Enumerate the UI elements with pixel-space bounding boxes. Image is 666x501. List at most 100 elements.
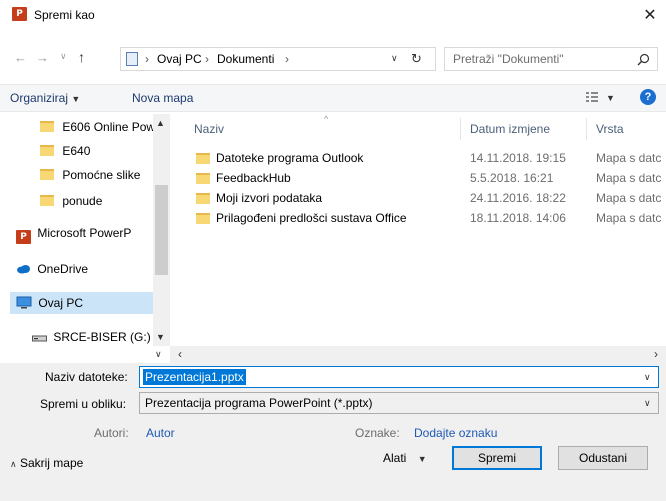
- sidebar-item-e640[interactable]: E640: [10, 140, 160, 162]
- organize-button[interactable]: Organiziraj ▼: [10, 91, 80, 105]
- file-list-horizontal-scrollbar[interactable]: ‹ ›: [170, 346, 666, 363]
- sidebar-item-label: E606 Online Pow: [62, 120, 156, 134]
- folder-icon: [196, 173, 210, 184]
- onedrive-icon: [17, 265, 30, 274]
- sidebar-item-onedrive[interactable]: OneDrive: [10, 258, 160, 280]
- new-folder-button[interactable]: Nova mapa: [132, 91, 193, 105]
- column-divider: [460, 118, 461, 140]
- drive-icon: [32, 335, 47, 342]
- filetype-select[interactable]: Prezentacija programa PowerPoint (*.pptx…: [139, 392, 659, 414]
- up-arrow-icon[interactable]: ↑: [78, 49, 85, 65]
- chevron-down-icon: ▼: [417, 454, 427, 464]
- help-icon[interactable]: ?: [640, 89, 656, 105]
- forward-arrow-icon[interactable]: →: [36, 50, 49, 65]
- scroll-up-icon[interactable]: ▲: [156, 118, 165, 128]
- dialog-footer: ∧ Sakrij mape Alati ▼ Spremi Odustani: [0, 440, 666, 501]
- chevron-up-icon: ∧: [10, 459, 17, 469]
- filename-field[interactable]: Prezentacija1.pptx ∨: [139, 366, 659, 388]
- scroll-down-icon[interactable]: ▼: [156, 332, 165, 342]
- column-divider: [586, 118, 587, 140]
- sidebar-item-label: Pomoćne slike: [62, 168, 141, 182]
- close-icon[interactable]: ✕: [640, 5, 660, 25]
- hide-folders-label: Sakrij mape: [19, 456, 84, 470]
- sidebar-item-ovaj-pc[interactable]: Ovaj PC: [10, 292, 160, 314]
- recent-chevron-icon[interactable]: ∨: [60, 51, 67, 62]
- command-toolbar: Organiziraj ▼ Nova mapa ▼: [0, 84, 666, 112]
- scroll-right-icon[interactable]: ›: [654, 347, 658, 361]
- address-bar[interactable]: › Ovaj PC › Dokumenti › ∨ ↻: [120, 47, 436, 71]
- file-type: Mapa s datc: [596, 191, 662, 205]
- filename-dropdown-icon[interactable]: ∨: [644, 372, 651, 383]
- scroll-left-icon[interactable]: ‹: [178, 347, 182, 361]
- sidebar-item-srce-biser[interactable]: SRCE-BISER (G:): [10, 326, 160, 346]
- search-input[interactable]: Pretraži "Dokumenti": [444, 47, 658, 71]
- powerpoint-icon: P: [12, 7, 27, 21]
- breadcrumb-item-dokumenti[interactable]: Dokumenti: [217, 52, 274, 66]
- folder-icon: [40, 169, 54, 180]
- file-type: Mapa s datc: [596, 211, 662, 225]
- view-options-icon[interactable]: [585, 90, 599, 104]
- table-row[interactable]: FeedbackHub 5.5.2018. 16:21 Mapa s datc: [176, 168, 666, 188]
- nav-pane-expand-icon[interactable]: ∨: [155, 349, 162, 360]
- column-header-type[interactable]: Vrsta: [596, 122, 624, 136]
- folder-icon: [40, 121, 54, 132]
- file-type: Mapa s datc: [596, 151, 662, 165]
- table-row[interactable]: Datoteke programa Outlook 14.11.2018. 19…: [176, 148, 666, 168]
- back-arrow-icon[interactable]: ←: [14, 50, 27, 65]
- cancel-button[interactable]: Odustani: [558, 446, 648, 470]
- breadcrumb-item-ovaj-pc[interactable]: Ovaj PC: [157, 52, 202, 66]
- file-date: 14.11.2018. 19:15: [470, 151, 566, 165]
- sort-indicator-icon: ^: [324, 114, 329, 124]
- sidebar-item-microsoft-powerpoint[interactable]: P Microsoft PowerP: [10, 222, 160, 244]
- table-row[interactable]: Prilagođeni predlošci sustava Office 18.…: [176, 208, 666, 228]
- breadcrumb-separator: ›: [285, 52, 289, 66]
- table-row[interactable]: Moji izvori podataka 24.11.2016. 18:22 M…: [176, 188, 666, 208]
- column-header-date[interactable]: Datum izmjene: [470, 122, 550, 136]
- file-date: 18.11.2018. 14:06: [470, 211, 566, 225]
- column-header-name[interactable]: Naziv: [194, 122, 224, 136]
- sidebar-item-label: E640: [62, 144, 91, 158]
- search-placeholder: Pretraži "Dokumenti": [453, 52, 564, 66]
- breadcrumb-separator: ›: [145, 52, 149, 66]
- folder-icon: [40, 145, 54, 156]
- tools-button[interactable]: Alati ▼: [383, 451, 427, 465]
- sidebar-item-e606[interactable]: E606 Online Pow: [10, 116, 160, 138]
- authors-label: Autori:: [94, 426, 129, 440]
- filetype-label: Spremi u obliku:: [40, 397, 127, 411]
- sidebar-item-pomocne-slike[interactable]: Pomoćne slike: [10, 164, 160, 186]
- file-type: Mapa s datc: [596, 171, 662, 185]
- sidebar-item-ponude[interactable]: ponude: [10, 190, 160, 212]
- breadcrumb-separator: ›: [205, 52, 209, 66]
- chevron-down-icon: ▼: [71, 94, 81, 104]
- authors-value[interactable]: Autor: [146, 426, 175, 440]
- title-bar: P Spremi kao ✕: [0, 0, 666, 30]
- sidebar-item-label: SRCE-BISER (G:): [53, 330, 151, 344]
- window-title: Spremi kao: [34, 8, 95, 22]
- computer-icon: [16, 296, 32, 309]
- file-date: 24.11.2016. 18:22: [470, 191, 566, 205]
- file-date: 5.5.2018. 16:21: [470, 171, 554, 185]
- view-dropdown-icon[interactable]: ▼: [606, 93, 615, 103]
- sidebar-item-label: ponude: [62, 194, 103, 208]
- search-icon[interactable]: [637, 53, 650, 66]
- filetype-dropdown-icon[interactable]: ∨: [644, 398, 651, 409]
- hide-folders-button[interactable]: ∧ Sakrij mape: [10, 456, 83, 470]
- tags-value[interactable]: Dodajte oznaku: [414, 426, 497, 440]
- data-sources-folder-icon: [196, 193, 210, 204]
- save-button[interactable]: Spremi: [452, 446, 542, 470]
- sidebar-item-label: OneDrive: [37, 262, 89, 276]
- navigation-pane: E606 Online Pow E640 Pomoćne slike ponud…: [10, 114, 170, 346]
- sidebar-item-label: Microsoft PowerP: [37, 226, 132, 240]
- file-name: Prilagođeni predlošci sustava Office: [216, 211, 407, 225]
- tools-label: Alati: [383, 451, 407, 465]
- folder-icon: [196, 153, 210, 164]
- address-dropdown-icon[interactable]: ∨: [391, 53, 398, 64]
- navigation-pane-scroll-thumb[interactable]: [155, 185, 168, 275]
- nav-pane-footer: ∨: [0, 346, 170, 363]
- powerpoint-icon: P: [16, 230, 31, 244]
- filetype-value: Prezentacija programa PowerPoint (*.pptx…: [145, 396, 373, 410]
- sidebar-item-label: Ovaj PC: [38, 296, 84, 310]
- filename-value: Prezentacija1.pptx: [143, 369, 246, 385]
- refresh-icon[interactable]: ↻: [411, 51, 422, 67]
- file-name: FeedbackHub: [216, 171, 291, 185]
